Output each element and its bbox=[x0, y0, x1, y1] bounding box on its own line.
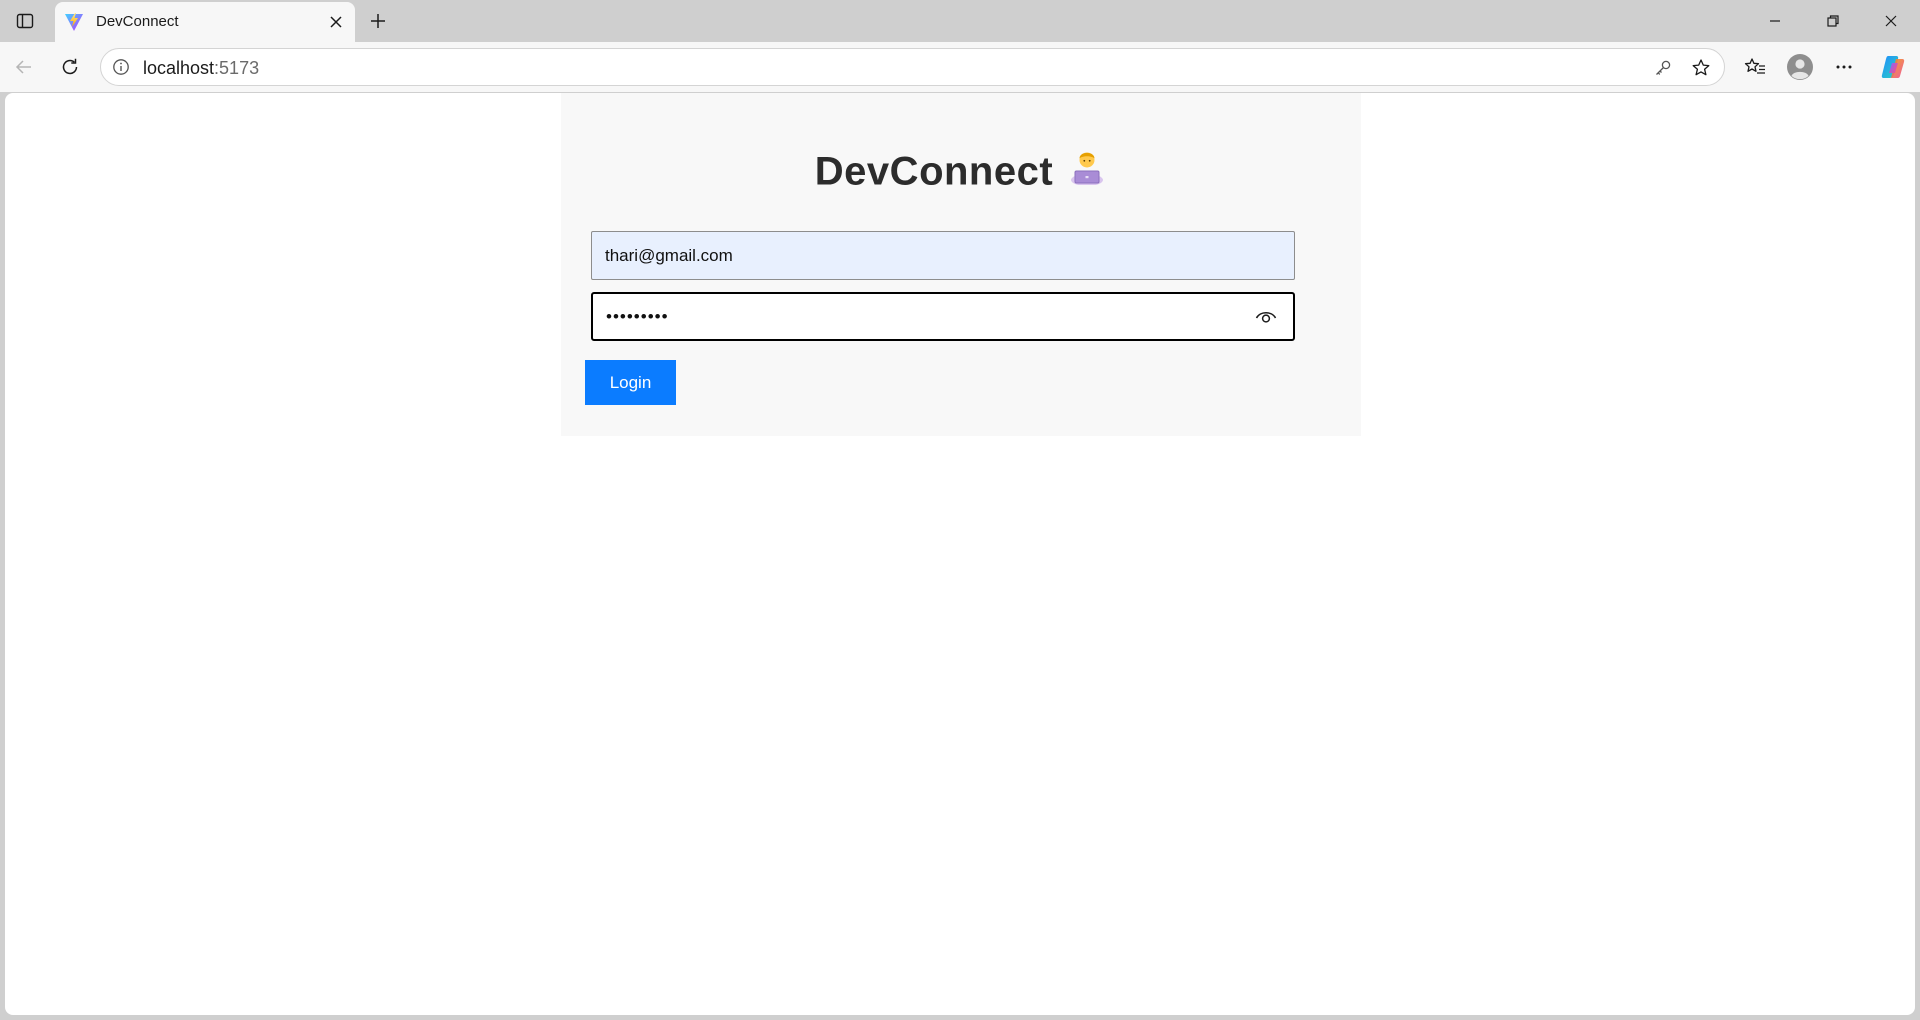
reload-icon[interactable] bbox=[54, 51, 86, 83]
back-arrow-icon[interactable] bbox=[8, 51, 40, 83]
tab-strip: DevConnect bbox=[0, 0, 1920, 42]
tab-actions-icon[interactable] bbox=[10, 6, 40, 36]
restore-icon[interactable] bbox=[1805, 0, 1861, 42]
technologist-emoji-icon bbox=[1067, 145, 1107, 195]
plus-icon[interactable] bbox=[362, 5, 394, 37]
password-field-wrapper bbox=[591, 292, 1295, 341]
login-button[interactable]: Login bbox=[585, 360, 676, 405]
eye-icon[interactable] bbox=[1253, 304, 1279, 330]
login-card: DevConnect Login bbox=[561, 93, 1361, 436]
page-title: DevConnect bbox=[561, 149, 1361, 199]
star-icon[interactable] bbox=[1688, 55, 1714, 81]
password-field[interactable] bbox=[593, 294, 1233, 339]
close-window-icon[interactable] bbox=[1863, 0, 1919, 42]
favorites-icon[interactable] bbox=[1739, 51, 1771, 83]
address-url: localhost:5173 bbox=[143, 58, 259, 79]
address-bar[interactable]: localhost:5173 bbox=[100, 48, 1725, 86]
tab-title: DevConnect bbox=[96, 13, 179, 30]
close-icon[interactable] bbox=[323, 9, 349, 35]
profile-icon[interactable] bbox=[1784, 51, 1816, 83]
key-icon[interactable] bbox=[1650, 55, 1676, 81]
copilot-icon[interactable] bbox=[1877, 51, 1909, 83]
email-field[interactable] bbox=[591, 231, 1295, 280]
more-icon[interactable] bbox=[1828, 51, 1860, 83]
page-title-text: DevConnect bbox=[814, 149, 1054, 194]
url-port: :5173 bbox=[214, 58, 260, 78]
browser-toolbar: localhost:5173 bbox=[0, 42, 1920, 92]
vite-logo-icon bbox=[64, 12, 84, 32]
url-host: localhost bbox=[143, 58, 215, 78]
info-icon[interactable] bbox=[111, 57, 131, 77]
page-viewport: DevConnect Login bbox=[5, 93, 1915, 1015]
browser-tab[interactable]: DevConnect bbox=[55, 2, 355, 42]
minimize-icon[interactable] bbox=[1747, 0, 1803, 42]
